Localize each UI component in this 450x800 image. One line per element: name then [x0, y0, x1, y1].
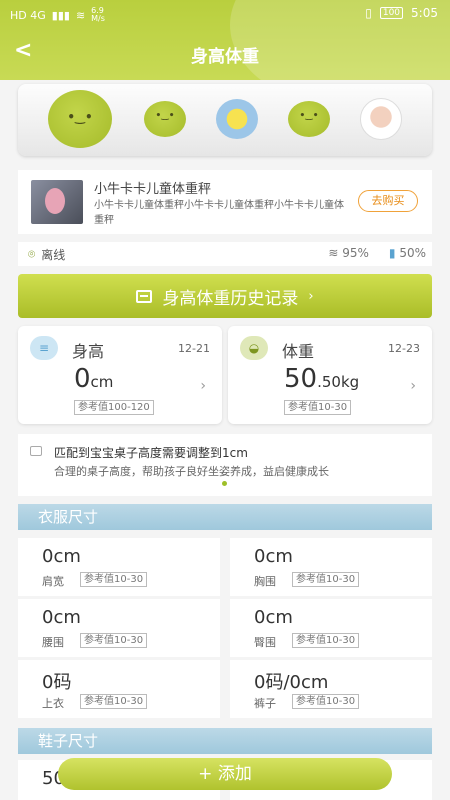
- item-reference: 参考值10-30: [80, 694, 148, 709]
- chevron-right-icon: ›: [410, 378, 416, 394]
- clothes-item[interactable]: 0cm 胸围 参考值10-30: [230, 538, 432, 596]
- profile-avatar-5[interactable]: [360, 98, 402, 140]
- buy-button[interactable]: 去购买: [358, 190, 418, 212]
- battery-percent: 50%: [399, 246, 426, 260]
- height-value: 0cm: [74, 364, 113, 394]
- app-header: HD 4G ▮▮▮ ≋ 6.9 M/s ▯ 100 5:05 < 身高体重: [0, 0, 450, 80]
- vibrate-icon: ▯: [365, 6, 372, 20]
- wifi-icon: ≋: [328, 246, 343, 260]
- history-records-label: 身高体重历史记录: [162, 288, 299, 309]
- item-value: 0码: [42, 672, 72, 693]
- tip-title: 匹配到宝宝桌子高度需要调整到1cm: [54, 446, 248, 460]
- item-value: 0cm: [254, 607, 293, 628]
- image-icon: [30, 446, 42, 456]
- height-number: 0: [74, 364, 91, 394]
- weight-card[interactable]: ◒ 体重 12-23 50.50kg › 参考值10-30: [228, 326, 432, 424]
- weight-unit: kg: [340, 373, 360, 391]
- height-label: 身高: [72, 342, 105, 361]
- history-records-button[interactable]: 身高体重历史记录 ›: [18, 274, 432, 318]
- item-reference: 参考值10-30: [80, 633, 148, 648]
- connection-icon: ⌾: [28, 247, 36, 261]
- carousel-indicator: [222, 481, 227, 486]
- weight-label: 体重: [282, 342, 315, 361]
- system-status-bar: HD 4G ▮▮▮ ≋ 6.9 M/s ▯ 100 5:05: [0, 0, 450, 28]
- profile-avatar-3[interactable]: [216, 99, 258, 139]
- device-image: [31, 180, 83, 224]
- network-indicator: HD 4G: [10, 8, 46, 22]
- item-label: 臀围: [254, 636, 276, 649]
- height-card[interactable]: ≡ 身高 12-21 0cm › 参考值100-120: [18, 326, 222, 424]
- chevron-right-icon: ›: [308, 288, 314, 304]
- device-wifi: ≋ 95%: [328, 246, 369, 260]
- item-reference: 参考值10-30: [292, 633, 360, 648]
- clothes-item[interactable]: 0cm 臀围 参考值10-30: [230, 599, 432, 657]
- scale-icon: ◒: [240, 336, 268, 360]
- item-reference: 参考值10-30: [80, 572, 148, 587]
- device-status-bar: ⌾ 离线 ≋ 95% ▮ 50%: [18, 242, 432, 266]
- shoes-section-title: 鞋子尺寸: [18, 728, 432, 754]
- calendar-icon: [136, 289, 153, 303]
- item-value: 0码/0cm: [254, 672, 329, 693]
- battery-icon: ▮: [388, 246, 400, 260]
- item-label: 肩宽: [42, 575, 64, 588]
- wifi-status-icon: ≋: [75, 8, 86, 22]
- clothes-item[interactable]: 0码/0cm 裤子 参考值10-30: [230, 660, 432, 718]
- item-label: 腰围: [42, 636, 64, 649]
- tip-text: 合理的桌子高度，帮助孩子良好坐姿养成，益启健康成长: [54, 465, 329, 478]
- weight-date: 12-23: [388, 342, 420, 355]
- item-label: 裤子: [254, 697, 276, 710]
- item-label: 胸围: [254, 575, 276, 588]
- network-speed-unit: M/s: [91, 14, 105, 23]
- item-value: 0cm: [42, 546, 81, 567]
- ruler-icon: ≡: [30, 336, 58, 360]
- weight-value: 50.50kg: [284, 364, 359, 394]
- item-reference: 参考值10-30: [292, 572, 360, 587]
- signal-icon: ▮▮▮: [51, 8, 70, 22]
- device-description: 小牛卡卡儿童体重秤小牛卡卡儿童体重秤小牛卡卡儿童体重秤: [94, 200, 344, 226]
- connection-status: 离线: [41, 248, 66, 262]
- clothes-section-title: 衣服尺寸: [18, 504, 432, 530]
- height-reference: 参考值100-120: [74, 400, 154, 415]
- clock: 5:05: [411, 6, 438, 20]
- wifi-strength: 95%: [342, 246, 369, 260]
- page-title: 身高体重: [191, 47, 259, 67]
- clothes-item[interactable]: 0cm 肩宽 参考值10-30: [18, 538, 220, 596]
- weight-reference: 参考值10-30: [284, 400, 352, 415]
- height-unit: cm: [90, 373, 114, 391]
- device-battery: ▮ 50%: [389, 246, 426, 260]
- network-speed: 6.9 M/s: [91, 7, 105, 23]
- weight-decimal: .50: [317, 373, 341, 391]
- tip-banner[interactable]: 匹配到宝宝桌子高度需要调整到1cm 合理的桌子高度，帮助孩子良好坐姿养成，益启健…: [18, 434, 432, 496]
- add-button[interactable]: + 添加: [58, 758, 392, 790]
- weight-number: 50: [284, 364, 318, 394]
- item-value: 0cm: [254, 546, 293, 567]
- chevron-right-icon: ›: [200, 378, 206, 394]
- profile-avatar-4[interactable]: •‿•: [288, 101, 330, 137]
- item-value: 0cm: [42, 607, 81, 628]
- clothes-item[interactable]: 0码 上衣 参考值10-30: [18, 660, 220, 718]
- clothes-item[interactable]: 0cm 腰围 参考值10-30: [18, 599, 220, 657]
- battery-level: 100: [379, 7, 404, 19]
- device-card: 小牛卡卡儿童体重秤 小牛卡卡儿童体重秤小牛卡卡儿童体重秤小牛卡卡儿童体重秤 去购…: [18, 170, 432, 234]
- profile-avatar-1[interactable]: •‿•: [48, 90, 112, 148]
- profile-avatar-2[interactable]: •‿•: [144, 101, 186, 137]
- device-name: 小牛卡卡儿童体重秤: [94, 182, 212, 197]
- item-label: 上衣: [42, 697, 64, 710]
- height-date: 12-21: [178, 342, 210, 355]
- item-reference: 参考值10-30: [292, 694, 360, 709]
- profile-selector: •‿• •‿• •‿•: [18, 84, 432, 156]
